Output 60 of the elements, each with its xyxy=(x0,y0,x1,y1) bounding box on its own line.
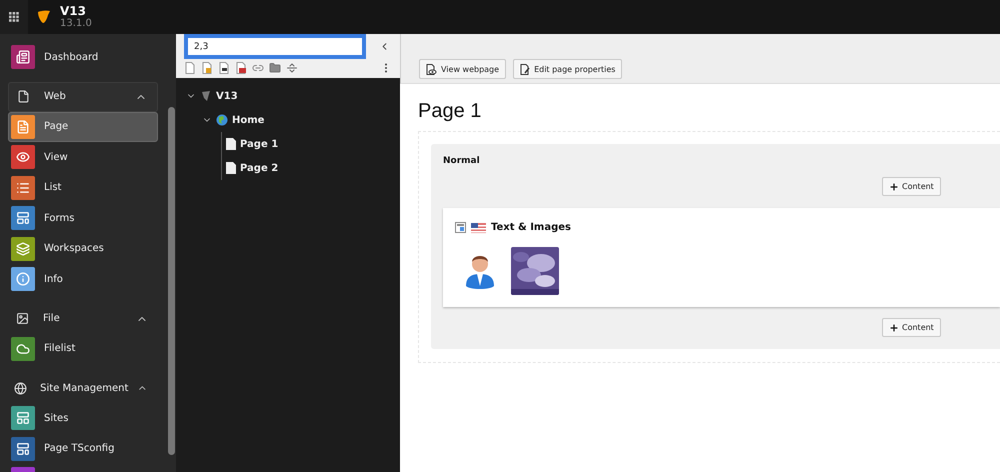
module-item[interactable]: View xyxy=(8,142,158,172)
file-icon xyxy=(16,90,30,103)
module-item[interactable]: Page xyxy=(8,112,158,142)
module-item[interactable]: Info xyxy=(8,264,158,294)
logo-icon xyxy=(200,90,212,102)
new-page-icon[interactable] xyxy=(184,62,196,74)
globe-icon xyxy=(14,382,28,394)
globe-icon xyxy=(216,114,228,126)
module-group-header[interactable]: File xyxy=(8,304,158,334)
folder-icon[interactable] xyxy=(269,62,281,74)
edit-button[interactable]: Edit page properties xyxy=(513,59,622,79)
module-group-header[interactable]: Site Management xyxy=(8,373,158,403)
module-group-header[interactable]: Web xyxy=(8,82,158,112)
link-icon[interactable] xyxy=(252,62,264,74)
sites-icon xyxy=(16,411,30,425)
module-item[interactable]: Filelist xyxy=(8,334,158,364)
filter-field[interactable]: 2,3 xyxy=(184,34,366,59)
module-item[interactable]: Sites xyxy=(8,403,158,433)
page-icon xyxy=(16,120,30,134)
version-text: 13.1.0 xyxy=(60,18,92,29)
module-item[interactable]: List xyxy=(8,172,158,202)
add-content-button[interactable]: Content xyxy=(882,318,941,337)
page-title: Page 1 xyxy=(418,100,482,123)
tree-item[interactable]: Home xyxy=(232,114,264,126)
logo-icon xyxy=(36,9,52,25)
cloud-icon xyxy=(16,342,30,356)
image-icon xyxy=(16,312,28,325)
module-item[interactable]: Workspaces xyxy=(8,234,158,264)
plus-icon xyxy=(889,182,899,192)
page-icon[interactable] xyxy=(218,62,230,74)
edit-page-icon xyxy=(520,64,530,74)
add-content-button[interactable]: Content xyxy=(882,177,941,196)
page-icon[interactable] xyxy=(235,62,247,74)
tree-item[interactable]: Page 1 xyxy=(240,138,278,150)
page-icon xyxy=(226,138,236,150)
list-icon xyxy=(16,180,30,194)
element-title: Text & Images xyxy=(491,222,571,233)
site-name: V13 xyxy=(60,5,87,18)
tree-item[interactable]: V13 xyxy=(216,90,238,102)
module-item[interactable]: Dashboard xyxy=(8,42,158,72)
flag-icon xyxy=(471,222,486,232)
scrollbar[interactable] xyxy=(168,107,175,455)
column-title: Normal xyxy=(443,156,481,166)
divider-icon[interactable] xyxy=(286,62,298,74)
dashboard-icon xyxy=(16,50,30,64)
grid-icon xyxy=(9,12,19,22)
eye-icon xyxy=(16,150,30,164)
plus-icon xyxy=(889,322,899,332)
app-menu-button[interactable] xyxy=(0,0,28,34)
text-image-icon xyxy=(455,222,466,233)
tree-item[interactable]: Page 2 xyxy=(240,162,278,174)
module-item[interactable]: Forms xyxy=(8,203,158,233)
layers-icon xyxy=(16,242,30,256)
view-button[interactable]: View webpage xyxy=(419,59,506,79)
view-page-icon xyxy=(426,64,437,74)
form-icon xyxy=(16,211,30,225)
window-icon xyxy=(16,442,30,456)
info-icon xyxy=(16,272,30,286)
module-item[interactable]: Page TSconfig xyxy=(8,434,158,464)
page-icon xyxy=(226,162,236,174)
